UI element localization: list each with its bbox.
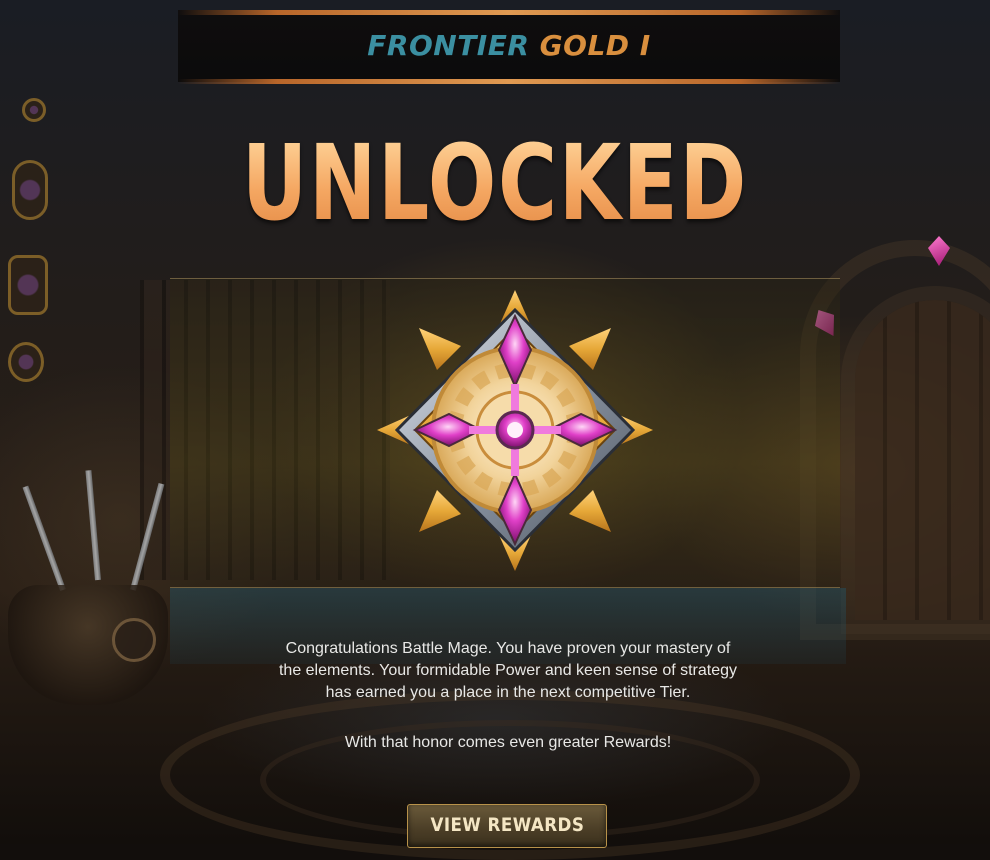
side-ornament-icon (8, 342, 44, 382)
gold-tier-badge-icon (377, 290, 653, 571)
message-line: Congratulations Battle Mage. You have pr… (285, 640, 731, 657)
header-bottom-divider (178, 79, 840, 84)
rewards-message: With that honor comes even greater Rewar… (344, 734, 672, 751)
view-rewards-button[interactable]: VIEW REWARDS (407, 804, 607, 848)
sword-decoration (22, 485, 66, 592)
message-line: has earned you a place in the next compe… (325, 684, 691, 701)
tier-name: GOLD I (539, 29, 651, 62)
tier-title: FRONTIER GOLD I (178, 26, 840, 66)
cauldron-emblem-icon (112, 618, 156, 662)
side-ornament-icon (22, 98, 46, 122)
message-line: the elements. Your formidable Power and … (278, 662, 738, 679)
side-ornament-icon (12, 160, 48, 220)
unlocked-headline: UNLOCKED (69, 128, 920, 238)
side-ornament-icon (8, 255, 48, 315)
sword-decoration (85, 470, 101, 581)
congratulations-message: Congratulations Battle Mage. You have pr… (240, 638, 776, 704)
view-rewards-label: VIEW REWARDS (430, 814, 584, 836)
wooden-door-decoration (855, 300, 990, 620)
league-name: FRONTIER (367, 29, 530, 62)
header-top-divider (178, 10, 840, 15)
